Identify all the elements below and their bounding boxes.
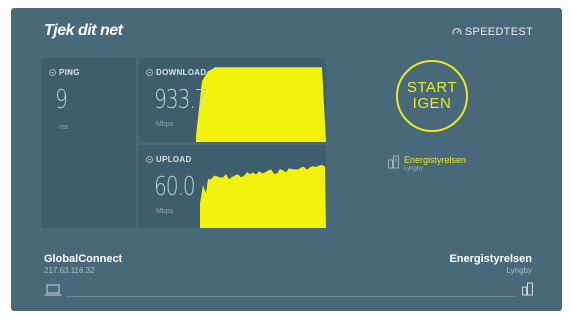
ping-panel: PING 9 ms xyxy=(41,58,136,228)
brand-logo: Tjek dit net xyxy=(44,22,123,39)
download-unit: Mbps xyxy=(156,121,174,128)
server-name: Energistyrelsen xyxy=(404,155,467,165)
upload-unit: Mbps xyxy=(156,208,174,215)
upload-value: 60.0 xyxy=(154,172,196,202)
download-graph-area xyxy=(196,67,326,142)
laptop-icon xyxy=(44,283,62,301)
selected-server[interactable]: Energistyrelsen Lyngby xyxy=(388,155,466,174)
isp-ip: 217.63.116.32 xyxy=(44,266,95,275)
speedtest-app: Tjek dit net SPEEDTEST PING 9 ms DOWNLOA… xyxy=(11,8,562,311)
server-location: Lyngby xyxy=(404,166,424,172)
upload-icon xyxy=(146,156,153,163)
speedtest-logo[interactable]: SPEEDTEST xyxy=(452,26,533,38)
start-button-line1: START xyxy=(406,79,458,96)
connection-line xyxy=(66,296,516,297)
isp-name: GlobalConnect xyxy=(44,253,123,265)
upload-label: UPLOAD xyxy=(156,155,192,164)
ping-label: PING xyxy=(59,68,80,77)
start-button-line2: IGEN xyxy=(412,95,452,112)
download-icon xyxy=(146,69,153,76)
start-again-button[interactable]: START IGEN xyxy=(396,60,468,132)
upload-panel: UPLOAD 60.0 Mbps xyxy=(138,145,326,228)
download-value: 933.7 xyxy=(154,85,207,115)
ping-icon xyxy=(49,69,56,76)
ping-value: 9 xyxy=(55,85,68,115)
download-label: DOWNLOAD xyxy=(156,68,207,77)
host-name: Energistyrelsen xyxy=(449,253,532,265)
ping-unit: ms xyxy=(59,124,69,131)
speedtest-label: SPEEDTEST xyxy=(464,26,533,38)
ping-title: PING xyxy=(49,68,80,77)
host-location: Lyngby xyxy=(506,266,533,275)
speedtest-gauge-icon xyxy=(452,27,462,37)
server-icon xyxy=(388,155,400,174)
upload-title: UPLOAD xyxy=(146,155,192,164)
download-title: DOWNLOAD xyxy=(146,68,206,77)
upload-graph-area xyxy=(200,164,326,228)
server-icon xyxy=(522,282,534,301)
host-info: Energistyrelsen Lyngby xyxy=(449,253,532,275)
isp-info: GlobalConnect 217.63.116.32 xyxy=(44,253,122,275)
download-panel: DOWNLOAD 933.7 Mbps xyxy=(138,58,326,142)
